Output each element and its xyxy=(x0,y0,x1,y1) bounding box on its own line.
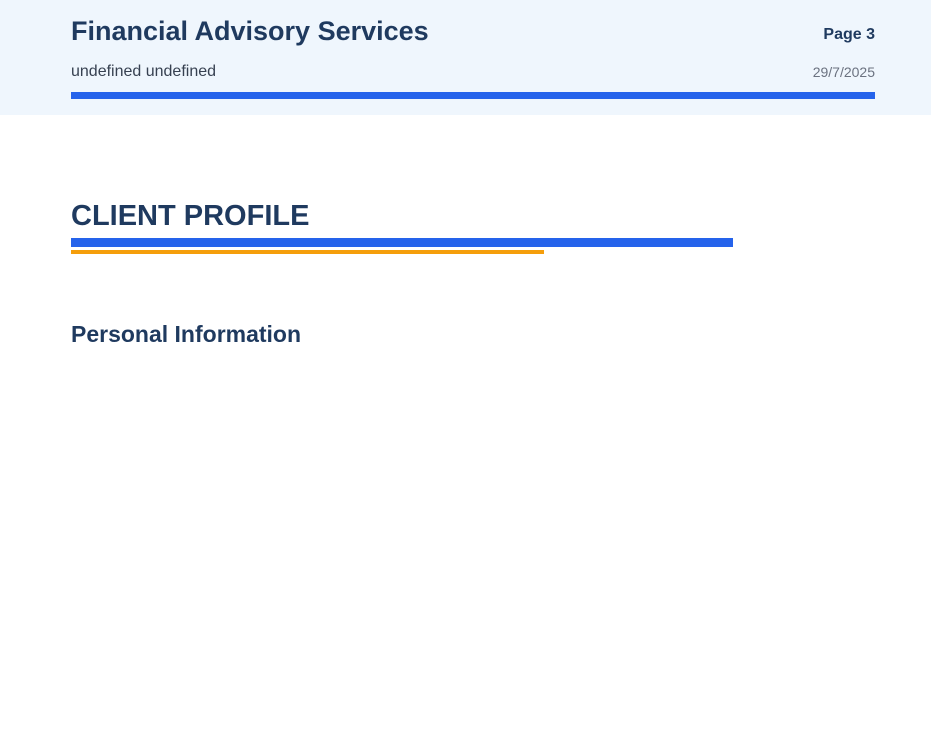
section-title-underline-blue xyxy=(71,238,733,247)
section-title-underline-orange xyxy=(71,250,544,254)
company-name: Financial Advisory Services xyxy=(71,16,429,46)
page-number: Page 3 xyxy=(823,26,875,43)
client-name: undefined undefined xyxy=(71,63,217,80)
page-header: Financial Advisory Services undefined un… xyxy=(0,0,931,115)
header-date: 29/7/2025 xyxy=(812,64,875,80)
document-page: Financial Advisory Services undefined un… xyxy=(0,0,931,732)
section-title: CLIENT PROFILE xyxy=(71,200,310,232)
header-divider xyxy=(71,92,875,99)
subsection-title: Personal Information xyxy=(71,321,302,347)
